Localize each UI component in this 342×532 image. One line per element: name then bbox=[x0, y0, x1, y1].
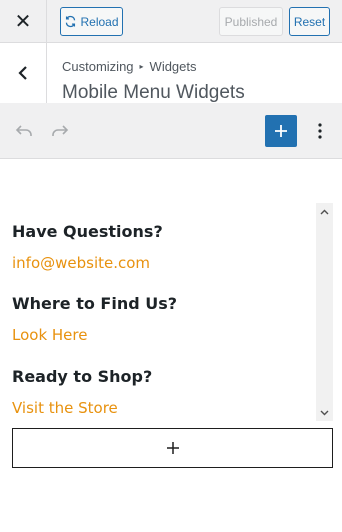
reload-button[interactable]: Reload bbox=[60, 7, 123, 36]
reset-button[interactable]: Reset bbox=[289, 7, 330, 36]
widget-area: Have Questions? info@website.com Where t… bbox=[12, 203, 333, 423]
widget-link[interactable]: Visit the Store bbox=[12, 399, 118, 417]
widget-link[interactable]: Look Here bbox=[12, 326, 87, 344]
add-block-button[interactable] bbox=[12, 428, 333, 468]
plus-icon bbox=[275, 125, 287, 137]
options-button[interactable] bbox=[308, 117, 332, 145]
page-title: Mobile Menu Widgets bbox=[62, 82, 245, 103]
chevron-down-icon bbox=[320, 410, 329, 415]
published-button: Published bbox=[219, 7, 283, 36]
block-editor-toolbar bbox=[0, 103, 342, 159]
back-button[interactable] bbox=[0, 43, 47, 103]
chevron-up-icon bbox=[320, 209, 329, 214]
widget-link[interactable]: info@website.com bbox=[12, 254, 150, 272]
block-inserter-button[interactable] bbox=[265, 115, 297, 147]
scroll-up-button[interactable] bbox=[316, 203, 333, 220]
close-icon: ✕ bbox=[14, 11, 32, 33]
undo-button[interactable] bbox=[12, 119, 36, 143]
breadcrumb-item-customizing: Customizing bbox=[62, 59, 134, 74]
widget-heading: Ready to Shop? bbox=[12, 367, 153, 386]
breadcrumb-separator-icon: ▸ bbox=[139, 62, 144, 71]
widget-heading: Have Questions? bbox=[12, 222, 163, 241]
redo-icon bbox=[52, 125, 69, 136]
customizer-header: ✕ Reload Published Reset bbox=[0, 0, 342, 43]
scrollbar[interactable] bbox=[316, 203, 333, 421]
published-label: Published bbox=[224, 14, 278, 29]
reload-label: Reload bbox=[80, 14, 119, 29]
breadcrumb-item-widgets: Widgets bbox=[149, 59, 197, 74]
breadcrumb: Customizing ▸ Widgets bbox=[62, 59, 197, 74]
scroll-down-button[interactable] bbox=[316, 404, 333, 421]
close-customizer-button[interactable]: ✕ bbox=[0, 0, 47, 43]
plus-icon bbox=[166, 442, 179, 454]
reload-icon bbox=[66, 15, 76, 28]
more-vertical-icon bbox=[318, 123, 322, 139]
section-header: Customizing ▸ Widgets Mobile Menu Widget… bbox=[0, 43, 342, 103]
undo-icon bbox=[15, 125, 32, 136]
chevron-left-icon bbox=[18, 66, 27, 80]
widget-heading: Where to Find Us? bbox=[12, 294, 178, 313]
redo-button[interactable] bbox=[48, 119, 72, 143]
reset-label: Reset bbox=[293, 14, 326, 29]
